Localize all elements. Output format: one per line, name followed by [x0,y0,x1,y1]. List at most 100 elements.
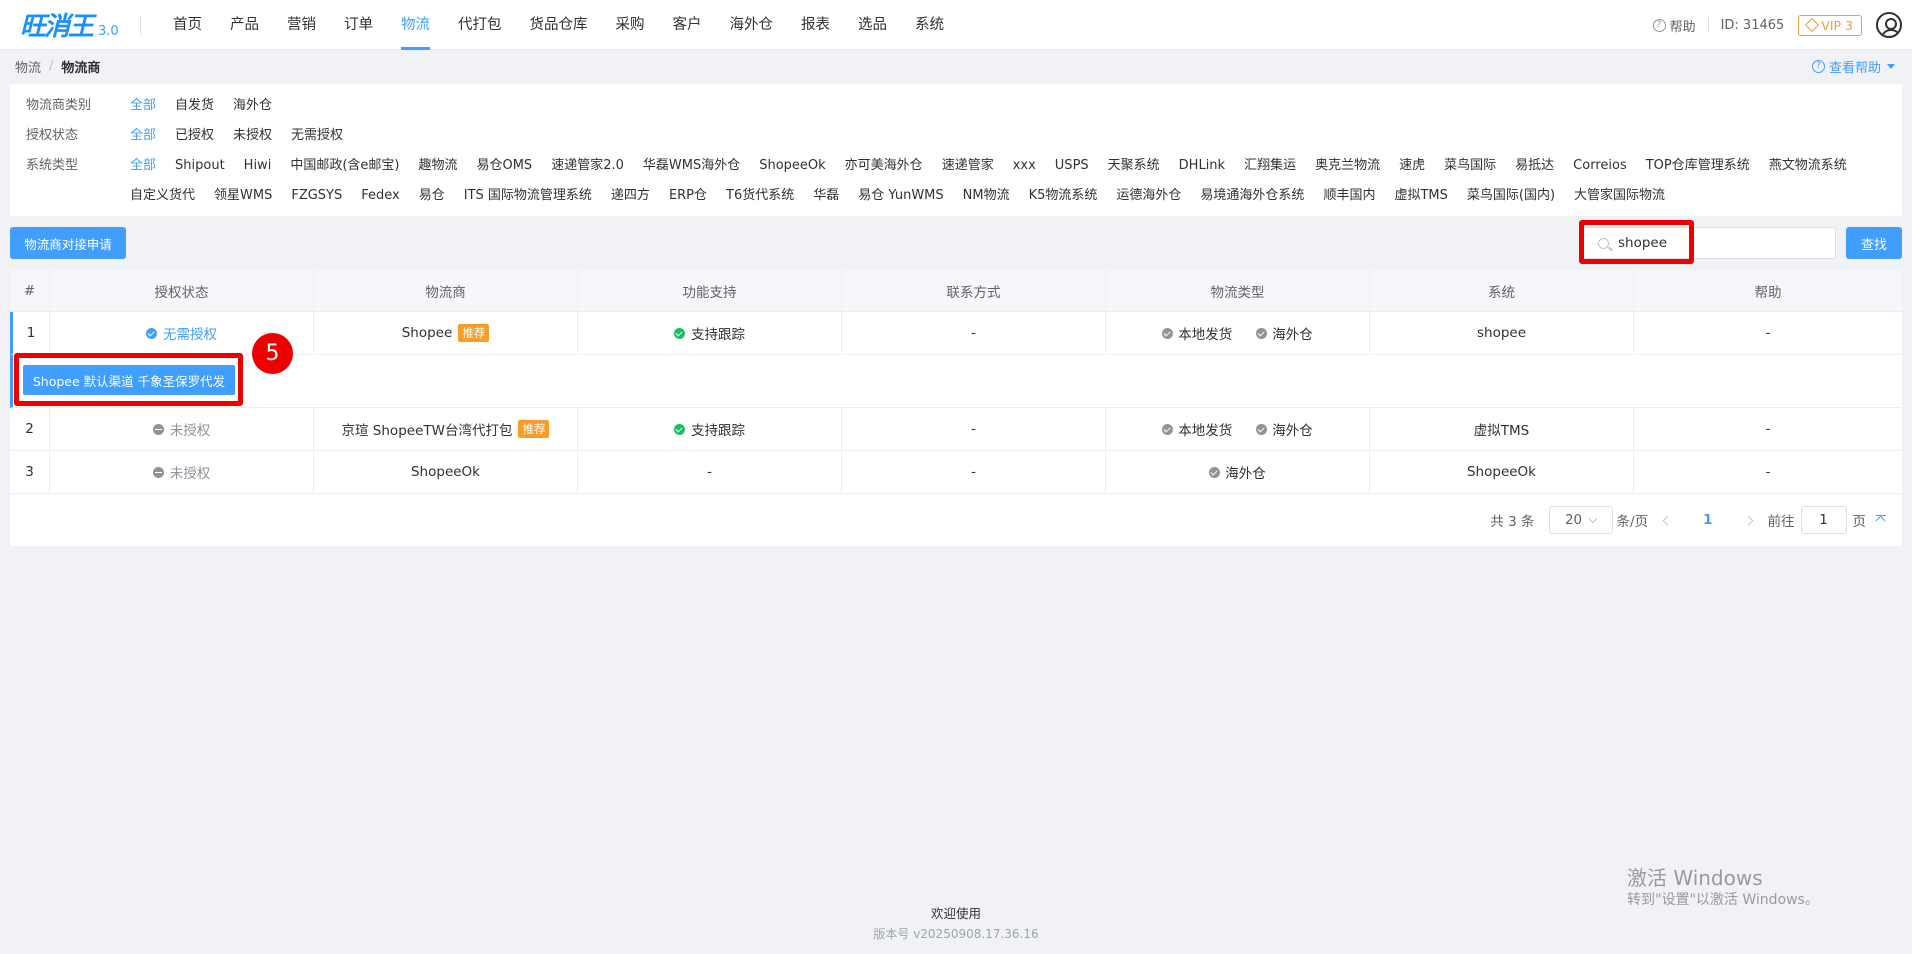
top-navbar: 旺消王 3.0 首页 产品 营销 订单 物流 代打包 货品仓库 采购 客户 海外… [0,0,1912,50]
filter-option-system[interactable]: 虚拟TMS [1394,181,1447,211]
filter-option-system[interactable]: ERP仓 [669,181,707,211]
logo-mark: 旺消王 [20,12,94,42]
table-row[interactable]: 3 未授权 ShopeeOk - - 海外仓 ShopeeOk - [10,451,1902,494]
table-row[interactable]: 1 无需授权 Shopee 推荐 支持跟踪 - 本地发货 海外仓 shopee … [10,312,1902,355]
nav-purchase[interactable]: 采购 [602,0,659,50]
nav-products[interactable]: 产品 [216,0,273,50]
filter-option-system[interactable]: DHLink [1179,151,1225,181]
filter-option-category[interactable]: 自发货 [175,91,214,121]
apply-integration-button[interactable]: 物流商对接申请 [10,227,126,259]
filter-option-auth[interactable]: 未授权 [233,121,272,151]
filter-option-system[interactable]: 易仓OMS [476,151,532,181]
filter-option-system[interactable]: 汇翔集运 [1244,151,1296,181]
user-avatar-icon[interactable] [1876,12,1902,38]
filter-option-system[interactable]: NM物流 [963,181,1010,211]
filter-option-system[interactable]: xxx [1013,151,1036,181]
filter-option-system[interactable]: 亦可美海外仓 [845,151,923,181]
filter-option-system[interactable]: 易仓 [419,181,445,211]
view-help-dropdown[interactable]: ? 查看帮助 [1811,50,1895,82]
next-page-icon[interactable] [1743,515,1753,525]
filter-option-system[interactable]: 易抵达 [1515,151,1554,181]
filter-option-system[interactable]: 奥克兰物流 [1315,151,1380,181]
filter-option-system[interactable]: 中国邮政(含e邮宝) [290,151,399,181]
nav-overseas-warehouse[interactable]: 海外仓 [716,0,788,50]
auth-status[interactable]: 未授权 [50,408,314,450]
filter-option-system[interactable]: ShopeeOk [759,151,825,181]
filter-option-system[interactable]: 运德海外仓 [1116,181,1181,211]
filter-option-system[interactable]: Fedex [361,181,399,211]
back-to-top-icon[interactable] [1876,515,1886,525]
filter-option-system[interactable]: 易仓 YunWMS [858,181,943,211]
vip-badge[interactable]: VIP 3 [1798,14,1862,36]
filter-option-system[interactable]: 速递管家 [942,151,994,181]
nav-logistics[interactable]: 物流 [387,0,444,50]
nav-system[interactable]: 系统 [901,0,958,50]
nav-product-selection[interactable]: 选品 [844,0,901,50]
search-box[interactable] [1581,227,1836,259]
filter-option-system[interactable]: 易境通海外仓系统 [1200,181,1304,211]
breadcrumb: 物流 / 物流商 ? 查看帮助 [0,50,1912,82]
filter-option-category[interactable]: 全部 [130,91,156,121]
row-index: 2 [10,408,50,450]
filter-option-system[interactable]: USPS [1055,151,1089,181]
search-button[interactable]: 查找 [1846,227,1902,259]
page-number-current[interactable]: 1 [1703,512,1712,528]
filter-option-system[interactable]: 速递管家2.0 [551,151,624,181]
type-label: 海外仓 [1225,466,1266,482]
header-feature: 功能支持 [578,270,842,311]
nav-warehouse[interactable]: 货品仓库 [516,0,602,50]
page-size-select[interactable]: 20 [1548,506,1613,534]
pagination-total: 共 3 条 [1490,514,1535,530]
filter-option-system[interactable]: 华磊 [813,181,839,211]
filter-option-system[interactable]: 菜鸟国际(国内) [1467,181,1555,211]
nav-marketing[interactable]: 营销 [273,0,330,50]
table-row[interactable]: 2 未授权 京瑄 ShopeeTW台湾代打包 推荐 支持跟踪 - 本地发货 海外… [10,408,1902,451]
filter-option-system[interactable]: Correios [1573,151,1627,181]
nav-divider [140,14,141,35]
auth-status[interactable]: 未授权 [50,451,314,493]
filter-option-system[interactable]: Hiwi [244,151,272,181]
filter-option-auth[interactable]: 无需授权 [291,121,343,151]
filter-option-system[interactable]: 领星WMS [214,181,272,211]
filter-option-system[interactable]: 递四方 [611,181,650,211]
filter-option-system[interactable]: 速虎 [1399,151,1425,181]
auth-status-label: 无需授权 [163,327,217,343]
filter-option-system[interactable]: 大管家国际物流 [1574,181,1665,211]
breadcrumb-logistics[interactable]: 物流 [15,57,41,76]
help-link[interactable]: ? 帮助 [1652,16,1696,35]
prev-page-icon[interactable] [1662,515,1673,525]
filter-option-system[interactable]: 天聚系统 [1108,151,1160,181]
type-overseas: 海外仓 [1256,323,1313,343]
provider-cell: 京瑄 ShopeeTW台湾代打包 推荐 [314,408,578,450]
filter-option-auth[interactable]: 已授权 [175,121,214,151]
filter-option-system[interactable]: TOP仓库管理系统 [1646,151,1750,181]
search-input[interactable] [1618,235,1818,251]
filter-option-system[interactable]: FZGSYS [291,181,342,211]
nav-orders[interactable]: 订单 [330,0,387,50]
filter-option-system[interactable]: 顺丰国内 [1323,181,1375,211]
nav-reports[interactable]: 报表 [787,0,844,50]
filter-option-system[interactable]: Shipout [175,151,225,181]
filter-option-system[interactable]: 燕文物流系统 [1769,151,1847,181]
type-label: 海外仓 [1272,423,1313,439]
breadcrumb-current: 物流商 [61,60,101,76]
filter-option-system[interactable]: ITS 国际物流管理系统 [464,181,592,211]
auth-status-label: 未授权 [169,466,211,482]
filter-option-system[interactable]: 自定义货代 [130,181,195,211]
filter-option-system[interactable]: 全部 [130,151,156,181]
contact-cell: - [842,408,1106,450]
nav-home[interactable]: 首页 [159,0,216,50]
goto-page-input[interactable]: 1 [1800,506,1847,534]
filter-option-auth[interactable]: 全部 [130,121,156,151]
nav-packing[interactable]: 代打包 [444,0,516,50]
app-logo[interactable]: 旺消王 3.0 [20,6,140,43]
question-circle-icon: ? [1652,18,1666,32]
channel-button[interactable]: Shopee 默认渠道 千象圣保罗代发 [23,365,235,395]
filter-option-system[interactable]: 趣物流 [418,151,457,181]
filter-option-system[interactable]: 菜鸟国际 [1444,151,1496,181]
filter-option-system[interactable]: K5物流系统 [1029,181,1098,211]
filter-option-category[interactable]: 海外仓 [233,91,272,121]
filter-option-system[interactable]: 华磊WMS海外仓 [643,151,740,181]
filter-option-system[interactable]: T6货代系统 [726,181,794,211]
nav-customers[interactable]: 客户 [659,0,716,50]
